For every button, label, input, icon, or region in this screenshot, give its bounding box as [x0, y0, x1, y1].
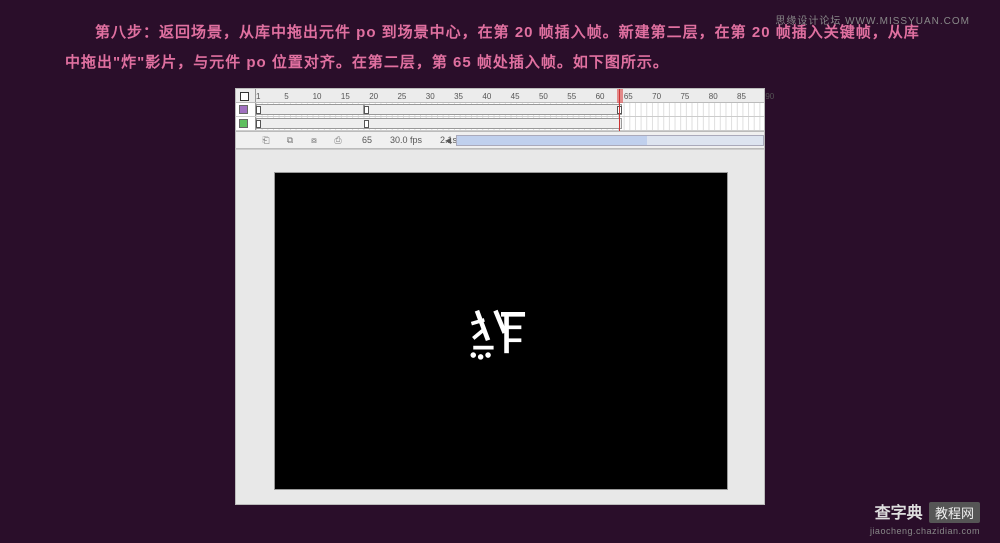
- stage-canvas[interactable]: [274, 172, 728, 490]
- current-frame-value: 65: [362, 135, 372, 145]
- watermark-bottom: 查字典 教程网 jiaocheng.chazidian.com: [870, 499, 980, 537]
- tick: 10: [313, 92, 341, 101]
- timeline-layer-1[interactable]: [236, 117, 764, 131]
- tick: 45: [511, 92, 539, 101]
- tick: 40: [482, 92, 510, 101]
- tick: 5: [284, 92, 312, 101]
- scrollbar-thumb[interactable]: [457, 136, 647, 145]
- playhead-line: [619, 89, 620, 131]
- frame-span[interactable]: [256, 104, 364, 115]
- onion-skin-outlines-icon[interactable]: ⧇: [308, 134, 320, 146]
- keyframe-icon[interactable]: [364, 106, 369, 114]
- keyframe-icon[interactable]: [256, 120, 261, 128]
- ruler-ticks: 1 5 10 15 20 25 30 35 40 45 50 55 60 65 …: [256, 89, 794, 102]
- edit-multiple-frames-icon[interactable]: ⎙: [332, 134, 344, 146]
- fps-value: 30.0 fps: [390, 135, 422, 145]
- layer-color-icon: [239, 119, 248, 128]
- layer-color-icon: [239, 105, 248, 114]
- layer-gutter: [236, 103, 256, 116]
- timeline-panel: 1 5 10 15 20 25 30 35 40 45 50 55 60 65 …: [236, 89, 764, 150]
- horizontal-scrollbar[interactable]: [456, 135, 764, 146]
- timeline-status-bar: ⎗ ⧉ ⧇ ⎙ 65 30.0 fps 2.1s: [236, 131, 764, 149]
- tick: 35: [454, 92, 482, 101]
- layer-frames[interactable]: [256, 117, 764, 130]
- watermark-badge: 教程网: [929, 502, 980, 523]
- tick: 1: [256, 92, 284, 101]
- layer-gutter: [236, 117, 256, 130]
- onion-skin-icon[interactable]: ⧉: [284, 134, 296, 146]
- frame-span[interactable]: [364, 104, 622, 115]
- layer-frames[interactable]: [256, 103, 764, 116]
- tick: 90: [765, 92, 793, 101]
- tick: 75: [680, 92, 708, 101]
- tick: 85: [737, 92, 765, 101]
- tick: 30: [426, 92, 454, 101]
- timeline-layer-2[interactable]: [236, 103, 764, 117]
- tick: 25: [397, 92, 425, 101]
- tick: 70: [652, 92, 680, 101]
- keyframe-icon[interactable]: [364, 120, 369, 128]
- tick: 80: [709, 92, 737, 101]
- timeline-ruler[interactable]: 1 5 10 15 20 25 30 35 40 45 50 55 60 65 …: [236, 89, 764, 103]
- watermark-title: 查字典: [875, 505, 923, 522]
- stage-symbol-zha[interactable]: [464, 294, 538, 368]
- rewind-icon[interactable]: ⎗: [260, 134, 272, 146]
- tick: 50: [539, 92, 567, 101]
- playhead-icon[interactable]: [617, 89, 623, 103]
- frame-span[interactable]: [256, 118, 622, 129]
- ruler-gutter: [236, 89, 256, 102]
- keyframe-icon[interactable]: [256, 106, 261, 114]
- tick: 55: [567, 92, 595, 101]
- watermark-top: 思缘设计论坛 WWW.MISSYUAN.COM: [775, 12, 970, 27]
- tick: 65: [624, 92, 652, 101]
- flash-editor-panel: 1 5 10 15 20 25 30 35 40 45 50 55 60 65 …: [235, 88, 765, 505]
- watermark-url: jiaocheng.chazidian.com: [870, 526, 980, 536]
- tick: 20: [369, 92, 397, 101]
- tick: 15: [341, 92, 369, 101]
- workspace: [236, 150, 764, 504]
- timeline-body: 1 5 10 15 20 25 30 35 40 45 50 55 60 65 …: [236, 89, 764, 131]
